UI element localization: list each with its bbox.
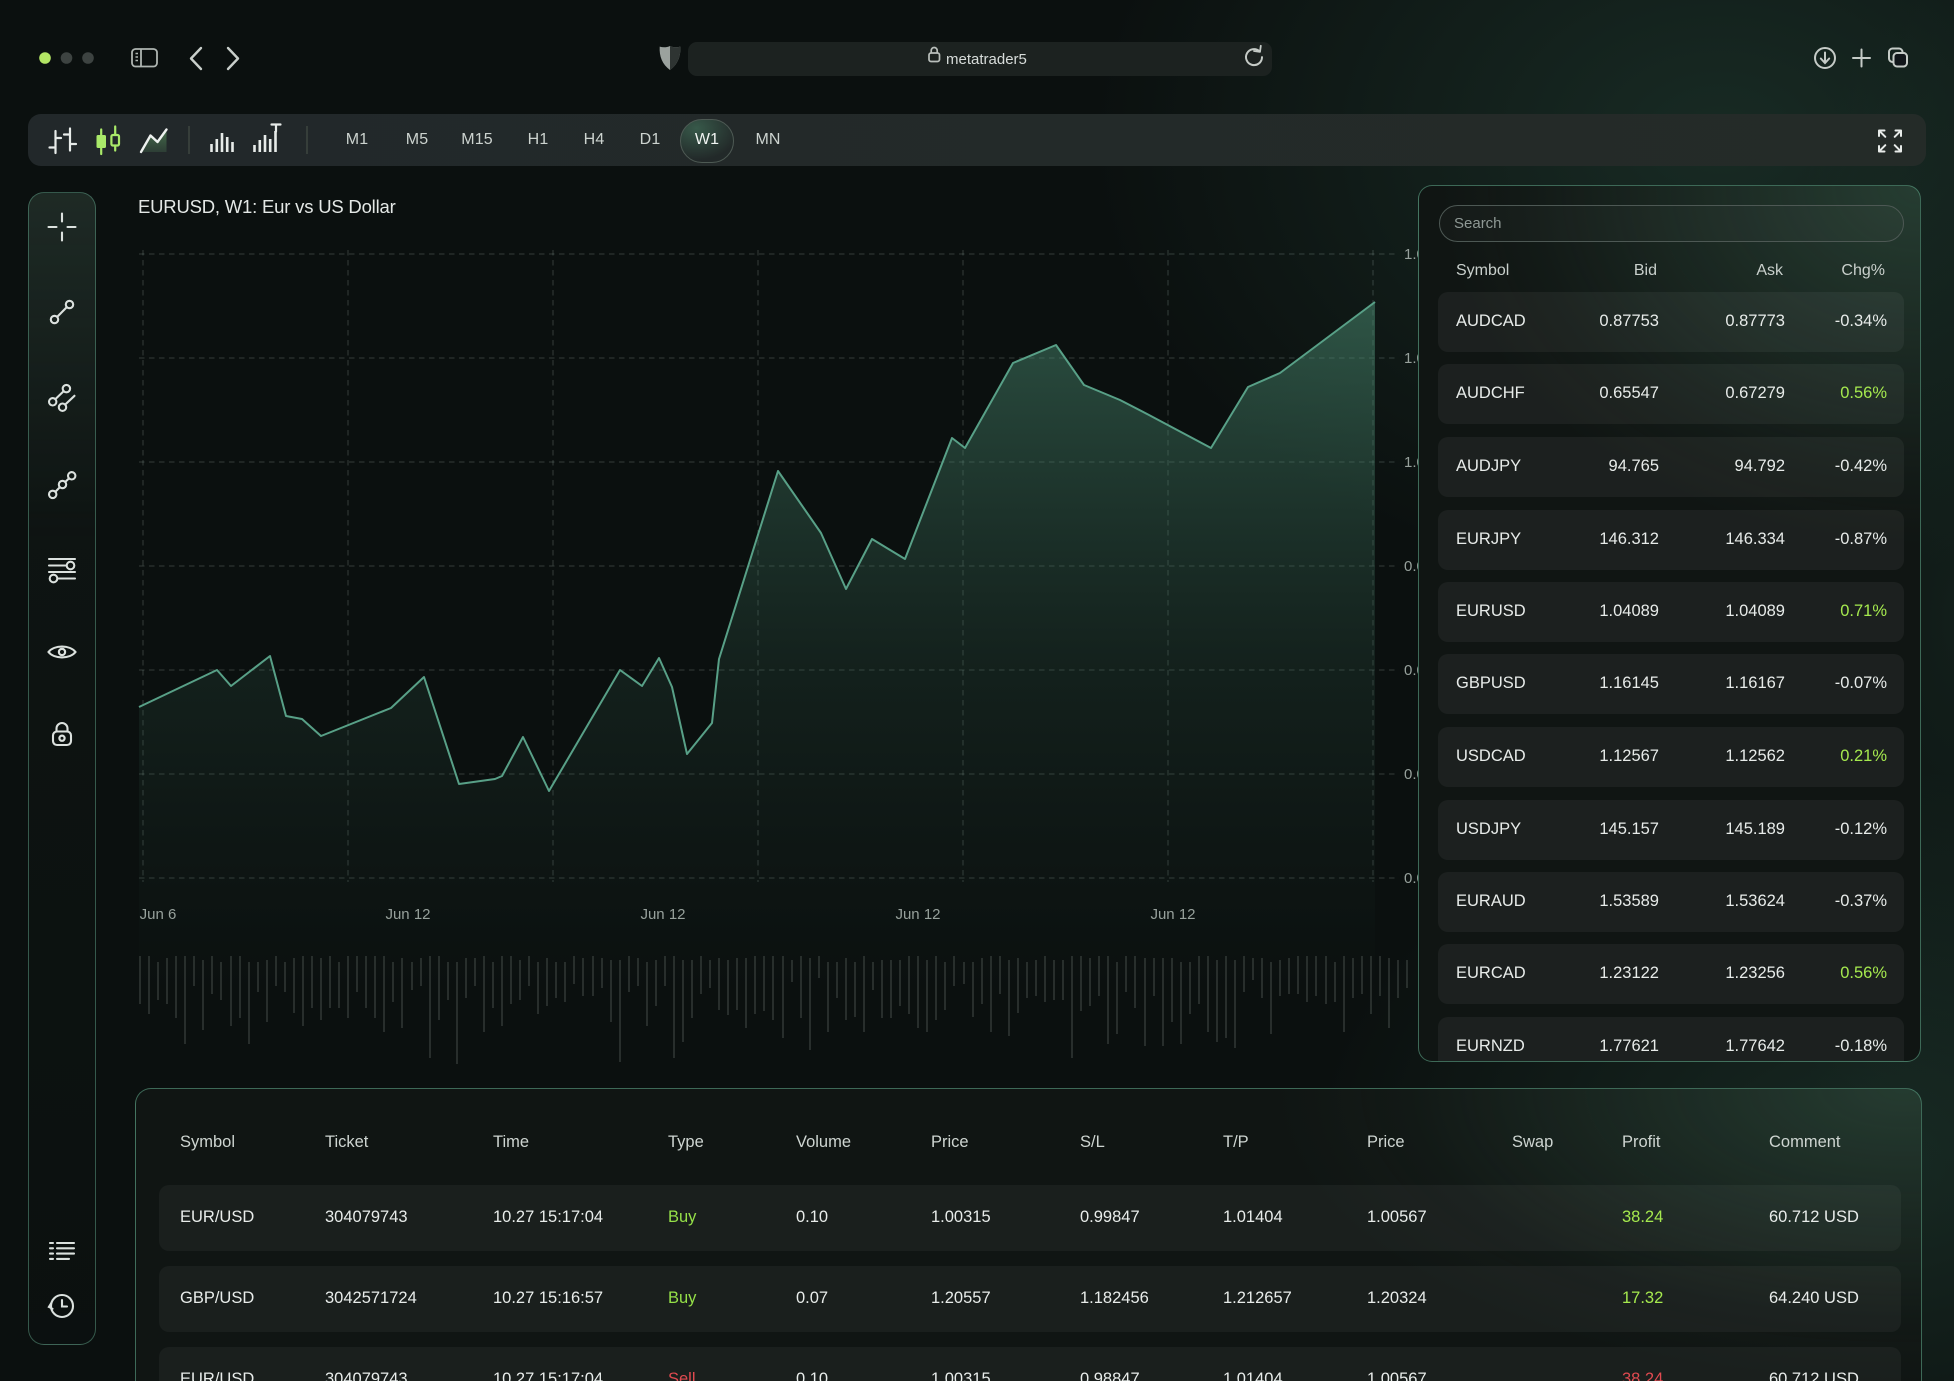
svg-text:Jun 12: Jun 12 <box>895 906 940 923</box>
svg-text:Jun 12: Jun 12 <box>640 906 685 923</box>
svg-text:Jun 12: Jun 12 <box>1150 906 1195 923</box>
svg-text:Jun 6: Jun 6 <box>140 906 177 923</box>
svg-text:Jun 12: Jun 12 <box>385 906 430 923</box>
